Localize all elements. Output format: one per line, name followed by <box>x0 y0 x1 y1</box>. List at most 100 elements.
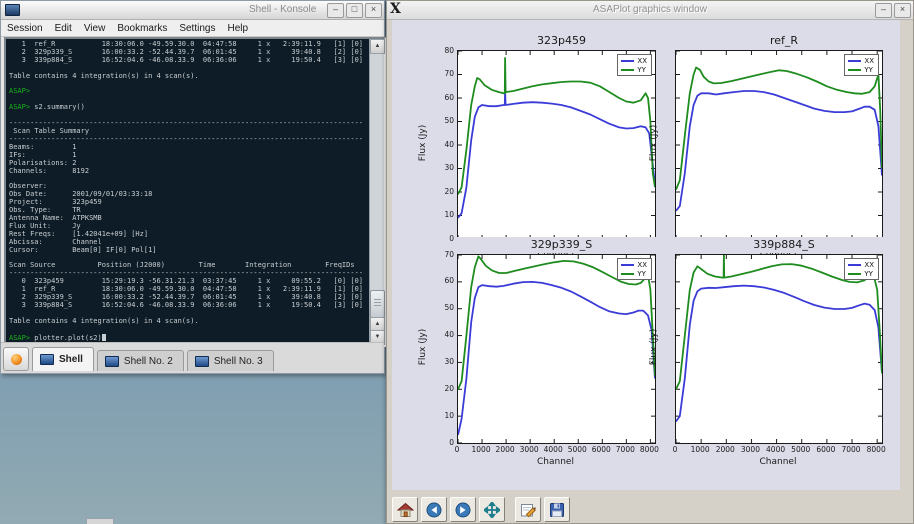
legend-label: XX <box>864 57 874 65</box>
window-title: Shell - Konsole <box>249 4 316 15</box>
series-YY <box>676 68 882 190</box>
legend-entry-XX: XX <box>621 260 647 269</box>
menu-item-bookmarks[interactable]: Bookmarks <box>117 23 167 34</box>
subplots-button[interactable] <box>515 497 541 522</box>
series-XX <box>676 286 882 422</box>
save-button[interactable] <box>544 497 570 522</box>
YY-line-swatch <box>848 69 861 71</box>
pan-icon <box>484 502 500 518</box>
asaplot-titlebar[interactable]: X ASAPlot graphics window –× <box>387 1 913 20</box>
window-buttons: –□× <box>327 3 382 18</box>
figure-canvas[interactable]: XXYY323p45901020304050607080ChannelFlux … <box>392 20 900 490</box>
menu-item-edit[interactable]: Edit <box>55 23 72 34</box>
ytick-label: 60 <box>427 93 454 102</box>
chart-axes-ref_R[interactable]: XXYY <box>675 50 883 240</box>
series-XX <box>458 91 655 218</box>
forward-button[interactable] <box>450 497 476 522</box>
yaxis-label: Flux (Jy) <box>649 312 659 382</box>
legend: XXYY <box>844 54 879 76</box>
terminal-icon <box>105 356 119 367</box>
tab-label: Shell No. 2 <box>124 356 173 367</box>
scrollbar-up-icon[interactable]: ▲ <box>370 39 385 54</box>
minimize-button[interactable]: – <box>327 3 344 18</box>
menu-item-settings[interactable]: Settings <box>179 23 215 34</box>
ytick-label: 20 <box>427 187 454 196</box>
menu-item-help[interactable]: Help <box>227 23 248 34</box>
legend-label: XX <box>637 261 647 269</box>
tab-label: Shell No. 3 <box>214 356 263 367</box>
ytick-label: 10 <box>427 411 454 420</box>
chart-title-339p884_S: 339p884_S <box>675 237 893 253</box>
XX-line-swatch <box>848 60 861 62</box>
scrollbar-thumb[interactable] <box>370 290 385 318</box>
window-title: ASAPlot graphics window <box>387 4 913 15</box>
close-button[interactable]: × <box>894 3 911 18</box>
series-XX <box>676 91 882 211</box>
chart-axes-329p339_S[interactable]: XXYY <box>457 254 656 444</box>
ytick-label: 50 <box>427 116 454 125</box>
shell-prompt: ASAP> <box>9 87 30 95</box>
legend-label: YY <box>864 270 873 278</box>
plot-area <box>676 51 882 239</box>
ytick-label: 50 <box>427 303 454 312</box>
XX-line-swatch <box>621 60 634 62</box>
session-tab-shell-no-2[interactable]: Shell No. 2 <box>97 350 184 371</box>
close-button[interactable]: × <box>365 3 382 18</box>
ytick-label: 40 <box>427 140 454 149</box>
home-button[interactable] <box>392 497 418 522</box>
taskbar-peek[interactable] <box>86 518 114 524</box>
xaxis-label: Channel <box>457 457 654 467</box>
new-session-icon <box>11 354 22 365</box>
new-session-button[interactable] <box>3 347 29 371</box>
asaplot-window: X ASAPlot graphics window –× XXYY323p459… <box>386 0 914 524</box>
ytick-label: 40 <box>427 330 454 339</box>
legend-label: XX <box>637 57 647 65</box>
window-buttons: –× <box>875 3 911 18</box>
legend-entry-YY: YY <box>848 65 874 74</box>
xaxis-label: Channel <box>675 457 881 467</box>
shell-prompt: ASAP> <box>9 103 30 111</box>
legend-entry-XX: XX <box>621 56 647 65</box>
konsole-titlebar[interactable]: Shell - Konsole –□× <box>1 1 384 20</box>
terminal-icon <box>195 356 209 367</box>
tab-label: Shell <box>59 354 83 365</box>
terminal-output[interactable]: 1 ref_R 18:30:06.0 -49.59.30.0 04:47:58 … <box>6 39 369 345</box>
legend-entry-YY: YY <box>621 269 647 278</box>
maximize-button[interactable]: □ <box>346 3 363 18</box>
pan-button[interactable] <box>479 497 505 522</box>
matplotlib-toolbar <box>387 490 913 523</box>
chart-axes-323p459[interactable]: XXYY <box>457 50 656 240</box>
ytick-label: 30 <box>427 163 454 172</box>
legend-entry-YY: YY <box>848 269 874 278</box>
legend-label: YY <box>637 66 646 74</box>
chart-title-ref_R: ref_R <box>675 33 893 49</box>
back-button[interactable] <box>421 497 447 522</box>
menu-item-session[interactable]: Session <box>7 23 43 34</box>
legend-entry-YY: YY <box>621 65 647 74</box>
YY-line-swatch <box>621 69 634 71</box>
series-YY <box>458 58 655 194</box>
session-tab-bar: Shell Shell No. 2 Shell No. 3 <box>1 342 384 373</box>
chart-title-329p339_S: 329p339_S <box>457 237 666 253</box>
session-tab-shell-no-3[interactable]: Shell No. 3 <box>187 350 274 371</box>
session-tab-shell[interactable]: Shell <box>32 347 94 371</box>
ytick-label: 0 <box>427 234 454 243</box>
chart-title-323p459: 323p459 <box>457 33 666 49</box>
plot-area <box>458 255 655 443</box>
ytick-label: 70 <box>427 69 454 78</box>
legend: XXYY <box>844 258 879 280</box>
ytick-label: 80 <box>427 46 454 55</box>
ytick-label: 20 <box>427 384 454 393</box>
konsole-app-icon <box>5 4 20 16</box>
chart-axes-339p884_S[interactable]: XXYY <box>675 254 883 444</box>
minimize-button[interactable]: – <box>875 3 892 18</box>
scrollbar[interactable]: ▲ ▲ ▼ <box>369 39 384 345</box>
legend-label: YY <box>864 66 873 74</box>
save-icon <box>549 502 565 518</box>
terminal-cursor <box>102 334 106 341</box>
YY-line-swatch <box>621 273 634 275</box>
forward-icon <box>455 502 471 518</box>
legend-label: YY <box>637 270 646 278</box>
menu-item-view[interactable]: View <box>84 23 106 34</box>
legend-label: XX <box>864 261 874 269</box>
